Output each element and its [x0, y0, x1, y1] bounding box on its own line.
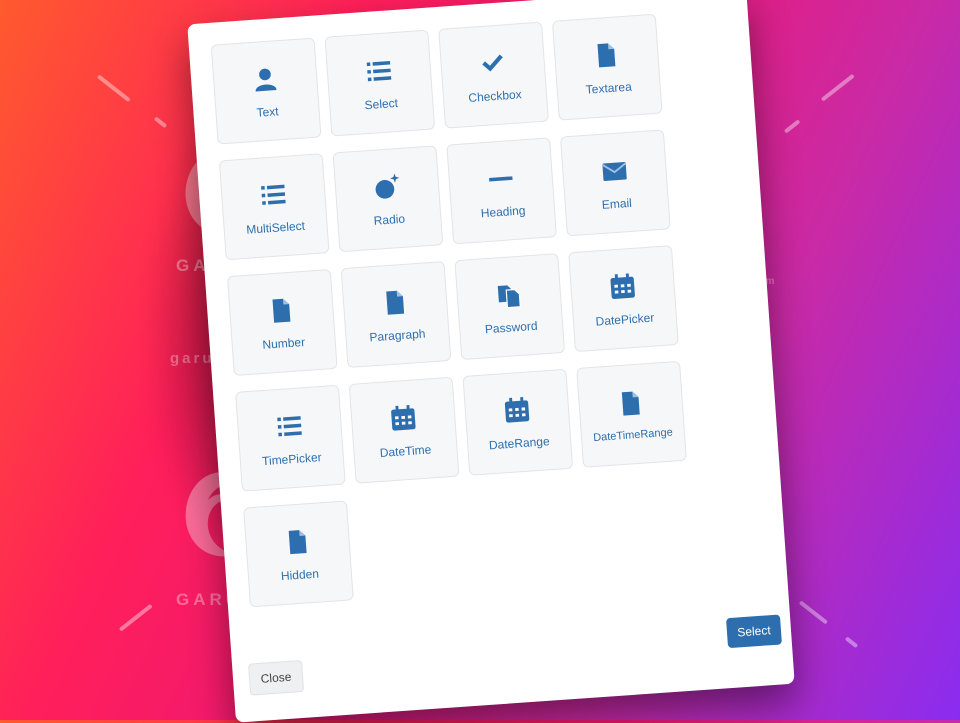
checkmark-icon [476, 46, 510, 80]
watermark-line [844, 636, 859, 649]
tile-paragraph[interactable]: Paragraph [340, 261, 452, 369]
tile-heading[interactable]: Heading [446, 137, 558, 245]
tile-datetime[interactable]: DateTime [348, 376, 460, 484]
tile-daterange[interactable]: DateRange [462, 368, 574, 476]
tile-label: TimePicker [261, 450, 323, 469]
tile-number[interactable]: Number [226, 268, 338, 376]
file-icon [281, 525, 315, 559]
watermark-line [96, 74, 131, 103]
tile-select[interactable]: Select [324, 29, 436, 137]
tile-label: Radio [373, 211, 406, 228]
tile-label: DateTime [379, 442, 432, 460]
field-type-grid: Text Select Checkbox Textarea MultiSelec… [210, 9, 769, 608]
field-type-modal: Text Select Checkbox Textarea MultiSelec… [187, 0, 795, 723]
tile-label: Text [256, 104, 280, 120]
list-icon [362, 54, 396, 88]
envelope-icon [597, 154, 631, 188]
list-icon [256, 178, 290, 212]
tile-textarea[interactable]: Textarea [551, 13, 663, 121]
select-button[interactable]: Select [726, 614, 782, 649]
calendar-icon [606, 270, 640, 304]
file-icon [264, 293, 298, 327]
tile-label: Paragraph [369, 326, 426, 345]
tile-label: DatePicker [595, 310, 655, 329]
tile-password[interactable]: Password [454, 253, 566, 361]
file-icon [614, 386, 648, 420]
file-icon [378, 285, 412, 319]
calendar-icon [386, 401, 420, 435]
tile-label: Email [601, 195, 633, 212]
list-icon [272, 409, 306, 443]
close-button[interactable]: Close [248, 659, 305, 696]
tile-label: Textarea [585, 79, 633, 97]
tile-label: Password [484, 318, 538, 337]
tile-hidden[interactable]: Hidden [243, 500, 354, 608]
tile-multiselect[interactable]: MultiSelect [218, 153, 330, 261]
tile-label: Checkbox [467, 87, 523, 105]
tile-label: Hidden [280, 566, 320, 584]
tile-radio[interactable]: Radio [332, 145, 444, 253]
tile-checkbox[interactable]: Checkbox [438, 21, 549, 129]
tile-timepicker[interactable]: TimePicker [235, 384, 346, 492]
tile-label: Select [364, 95, 399, 113]
file-icon [589, 38, 623, 72]
tile-label: Number [261, 334, 306, 352]
watermark-line [798, 600, 829, 625]
tile-text[interactable]: Text [210, 37, 322, 145]
tile-label: DateTimeRange [592, 426, 674, 445]
tile-email[interactable]: Email [560, 129, 671, 237]
watermark-line [783, 119, 801, 134]
minus-icon [484, 162, 518, 196]
sparkle-ball-icon [370, 170, 404, 204]
tile-label: MultiSelect [245, 218, 306, 237]
tile-label: Heading [480, 203, 526, 221]
watermark-line [820, 73, 855, 102]
copy-icon [492, 278, 526, 312]
calendar-icon [500, 393, 534, 427]
tile-datetimerange[interactable]: DateTimeRange [576, 360, 687, 468]
watermark-line [118, 603, 153, 632]
tile-datepicker[interactable]: DatePicker [568, 245, 679, 353]
tile-label: DateRange [488, 434, 551, 453]
person-icon [248, 62, 282, 96]
